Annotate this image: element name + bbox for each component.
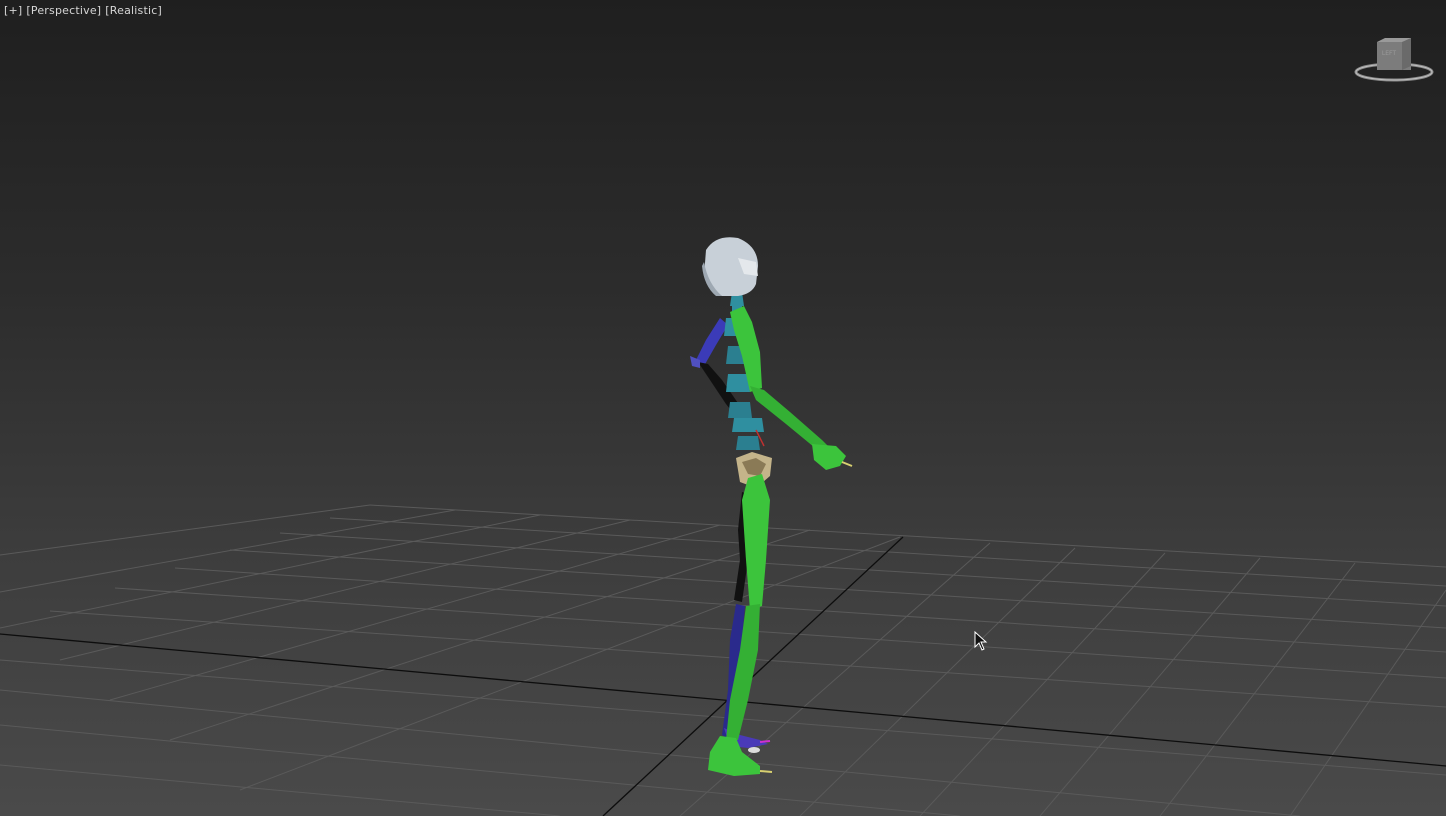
- viewport-shading-menu[interactable]: [Realistic]: [105, 4, 162, 17]
- viewcube-icon[interactable]: [1352, 36, 1436, 84]
- viewport-general-menu[interactable]: [+]: [4, 4, 22, 17]
- viewport-label-menu[interactable]: [+] [Perspective] [Realistic]: [4, 4, 166, 17]
- viewcube-face-label: LEFT: [1381, 50, 1397, 57]
- mouse-pointer-icon: [974, 631, 988, 651]
- perspective-viewport[interactable]: [+] [Perspective] [Realistic] LEFT: [0, 0, 1446, 816]
- viewport-point-of-view-menu[interactable]: [Perspective]: [26, 4, 101, 17]
- biped-skeleton[interactable]: [690, 237, 853, 776]
- world-axis-lines: [0, 536, 1446, 816]
- viewport-scene[interactable]: [0, 0, 1446, 816]
